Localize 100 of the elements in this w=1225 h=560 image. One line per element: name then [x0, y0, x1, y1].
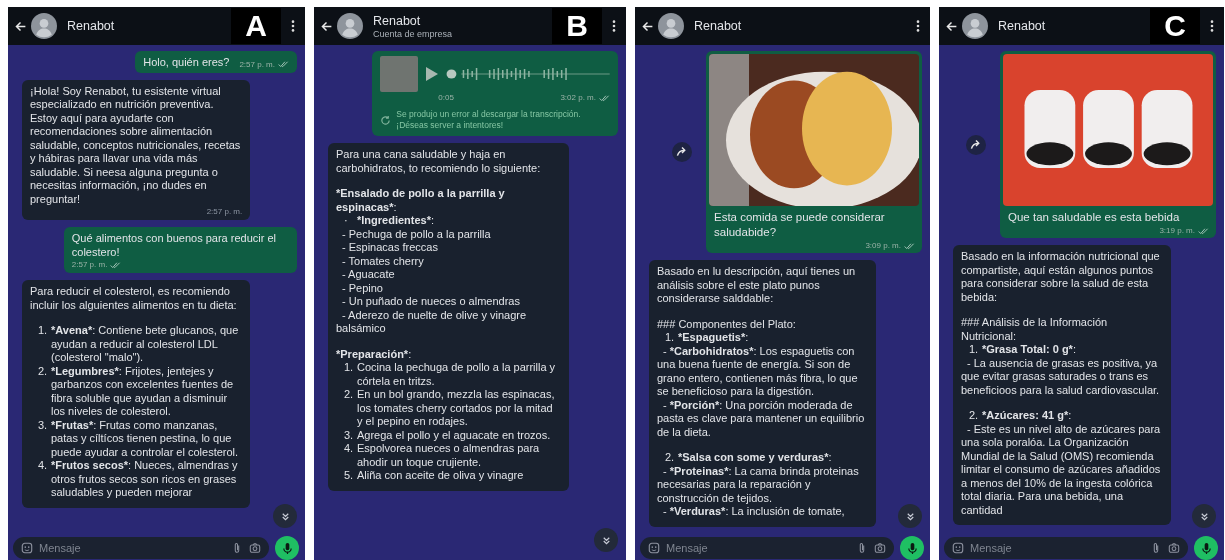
camera-icon[interactable] — [249, 542, 261, 554]
message-time: 2:57 p. m. — [71, 260, 108, 270]
message-text: Basado en lu descripción, aquí tienes un análisis sobre el este plato punos considerarse salddable: — [657, 265, 857, 306]
message-time: 2:57 p. m. — [206, 207, 243, 217]
message-text: Qué alimentos con buenos para reducir el colestero! — [71, 232, 277, 259]
contact-subtitle: Cuenta de empresa — [373, 28, 454, 39]
image-caption: Esta comida se puede considerar saludabide? — [713, 210, 886, 240]
list-number: 1. — [344, 361, 355, 375]
message-text: *Preparación*: — [336, 347, 413, 361]
message-text: Para reducir el colesterol, es recomiendo incluir los alguientes alimentos en tu dieta: — [30, 285, 238, 312]
contact-name: Renabot — [373, 13, 422, 28]
list-item-text: *Espaguetis*: — [678, 331, 749, 345]
list-number: 4. — [344, 442, 355, 456]
list-number: 5. — [344, 469, 355, 483]
camera-icon[interactable] — [874, 542, 886, 554]
list-item-text: *Frutas*: Frutas como manzanas, patas y cíltícos tienen pestina, lo que puede ayudar a controlar el colesterol. — [51, 418, 240, 459]
forward-icon[interactable] — [672, 142, 692, 162]
message-time: 2:57 p. m. — [239, 59, 275, 70]
back-arrow-icon[interactable] — [320, 19, 333, 33]
message-text: - Aguacate — [341, 268, 396, 282]
retry-icon[interactable] — [380, 114, 392, 126]
microphone-icon — [906, 541, 918, 555]
contact-name: Renabot — [694, 19, 743, 33]
list-item-text: Aliña con aceite de oliva y vinagre — [357, 469, 524, 483]
message-text: - Pechuga de pollo a la parrilla — [341, 227, 492, 241]
message-text: - Este es un nivel alto de azúcares para una sola poralóa. La Organización Mundial de la Salud (OMS) recomienda limitar el consumo de azúcares añadidos a menos del 10% de la ingesta colórica total diaria. Para una bebida, una cantidad — [961, 422, 1162, 517]
microphone-button[interactable] — [1194, 536, 1218, 560]
play-icon[interactable] — [426, 67, 439, 81]
scroll-down-button[interactable] — [898, 504, 922, 528]
message-text: ### Análisis de la Información Nutricional: — [961, 316, 1109, 343]
voice-duration: 0:05 — [438, 93, 454, 103]
scroll-down-button[interactable] — [273, 504, 297, 528]
scroll-down-button[interactable] — [1192, 504, 1216, 528]
avatar-icon — [962, 13, 988, 39]
list-item-text: Cocina la pechuga de pollo a la parrilla y córtela en tritzs. — [357, 361, 557, 388]
list-number: 2. — [969, 409, 980, 423]
camera-icon[interactable] — [1168, 542, 1180, 554]
list-item-text: *Grasa Total: 0 g*: — [982, 343, 1076, 357]
message-text: Para una cana saludable y haja en carbohidratos, to recomiendo lo siguiente: — [336, 148, 542, 175]
message-text: - Aderezo de nuelte de olive y vinagre balsámico — [336, 308, 528, 336]
back-arrow-icon[interactable] — [945, 19, 958, 33]
sticker-icon[interactable] — [21, 542, 33, 554]
list-number: 3. — [38, 418, 49, 433]
message-text: - Tomates cherry — [341, 254, 425, 268]
forward-icon[interactable] — [966, 134, 986, 155]
list-item-text: Espolvorea nueces o almendras para ahodir un toque crujiente. — [357, 442, 541, 469]
scroll-down-button[interactable] — [594, 528, 618, 552]
double-check-icon — [278, 61, 289, 68]
microphone-icon — [281, 541, 293, 555]
message-text: Basado en la información nutricional que compartiste, aquí están algunos puntos para considerar sobre la salud de esta bebida: — [961, 250, 1161, 304]
double-check-icon — [904, 242, 915, 250]
microphone-button[interactable] — [900, 536, 924, 560]
sticker-icon[interactable] — [648, 542, 660, 554]
panel-label: C — [1150, 8, 1200, 44]
avatar-icon — [658, 13, 684, 39]
list-item-text: *Ingredientes*: — [357, 214, 435, 228]
list-number: 2. — [38, 364, 49, 379]
message-text: - *Proteinas*: La cama brinda proteinas necesarias para la reparación y construcción de tejidos. — [657, 464, 860, 505]
list-number: 1. — [969, 343, 980, 357]
message-text: *Ensalado de pollo a la parrilla y espinacas*: — [336, 187, 506, 214]
list-number: 1. — [38, 324, 49, 338]
back-arrow-icon[interactable] — [641, 19, 654, 33]
double-check-icon — [110, 261, 122, 269]
image-caption: Que tan saludable es esta bebida — [1007, 210, 1181, 225]
double-check-icon — [599, 94, 610, 102]
menu-icon[interactable] — [916, 19, 920, 33]
message-text: - Espinacas freccas — [341, 241, 439, 255]
list-number: 4. — [38, 459, 49, 473]
menu-icon[interactable] — [291, 19, 295, 33]
panel-label: B — [552, 8, 602, 44]
panel-label: A — [231, 8, 281, 44]
avatar-icon — [337, 13, 363, 39]
microphone-icon — [1200, 541, 1212, 555]
list-number: 1. — [665, 331, 676, 345]
menu-icon[interactable] — [612, 19, 616, 33]
message-time: 3:09 p. m. — [865, 241, 901, 251]
list-number: 2. — [344, 388, 355, 402]
message-field[interactable]: Mensaje — [944, 537, 1188, 559]
message-text: - Pepino — [341, 281, 384, 295]
contact-name: Renabot — [998, 19, 1047, 33]
back-arrow-icon[interactable] — [14, 19, 27, 33]
message-text: ### Componentes del Plato: — [657, 317, 797, 331]
list-number: · — [344, 214, 349, 228]
list-item-text: En un bol grando, mezzla las espinacas, los tomates cherry cortados por la mitad y el pepino en rodajes. — [357, 388, 556, 429]
list-item-text: *Legumbres*: Frijotes, jentejes y garbanzos con excelentes fuentes de fibra soluble que ayudan a disminuir los niveles de colesterol. — [51, 364, 235, 419]
avatar-icon — [31, 13, 57, 39]
message-text: - *Carbohidratos*: Los espaguetis con una buena fuente de energía. Si son de grano entero, contienen más fibra, lo que se beneficioso para la digestión. — [657, 344, 859, 399]
sticker-icon[interactable] — [952, 542, 964, 554]
message-time: 3:02 p. m. — [560, 93, 596, 103]
message-time: 3:19 p. m. — [1159, 226, 1195, 236]
microphone-button[interactable] — [275, 536, 299, 560]
menu-icon[interactable] — [1210, 19, 1214, 33]
list-number: 2. — [665, 451, 676, 465]
list-item-text: Agrega el pollo y el aguacate en trozos. — [357, 428, 551, 442]
message-text: - Un puñado de nueces o almendras — [341, 295, 521, 309]
message-field[interactable]: Mensaje — [13, 537, 269, 559]
message-text: ¡Hola! Soy Renabot, tu esistente virtual especializado en nutrición preventiva. Estoy aquí para ayudarte con recomendaciones sobre alimentación saludable, conceptos nutricionales, recetas y hábiras para llavar una vida más saludable. Si neesa alguna pregunta o necesitas información, ¡no dudes en preguntar! — [30, 84, 242, 206]
message-text: Holo, quién eres? — [143, 56, 230, 70]
list-item-text: *Frutos secos*: Nueces, almendras y otros frutos secos son ricos en grases saludables y pueden mejorar — [51, 459, 239, 500]
message-field[interactable]: Mensaje — [640, 537, 894, 559]
